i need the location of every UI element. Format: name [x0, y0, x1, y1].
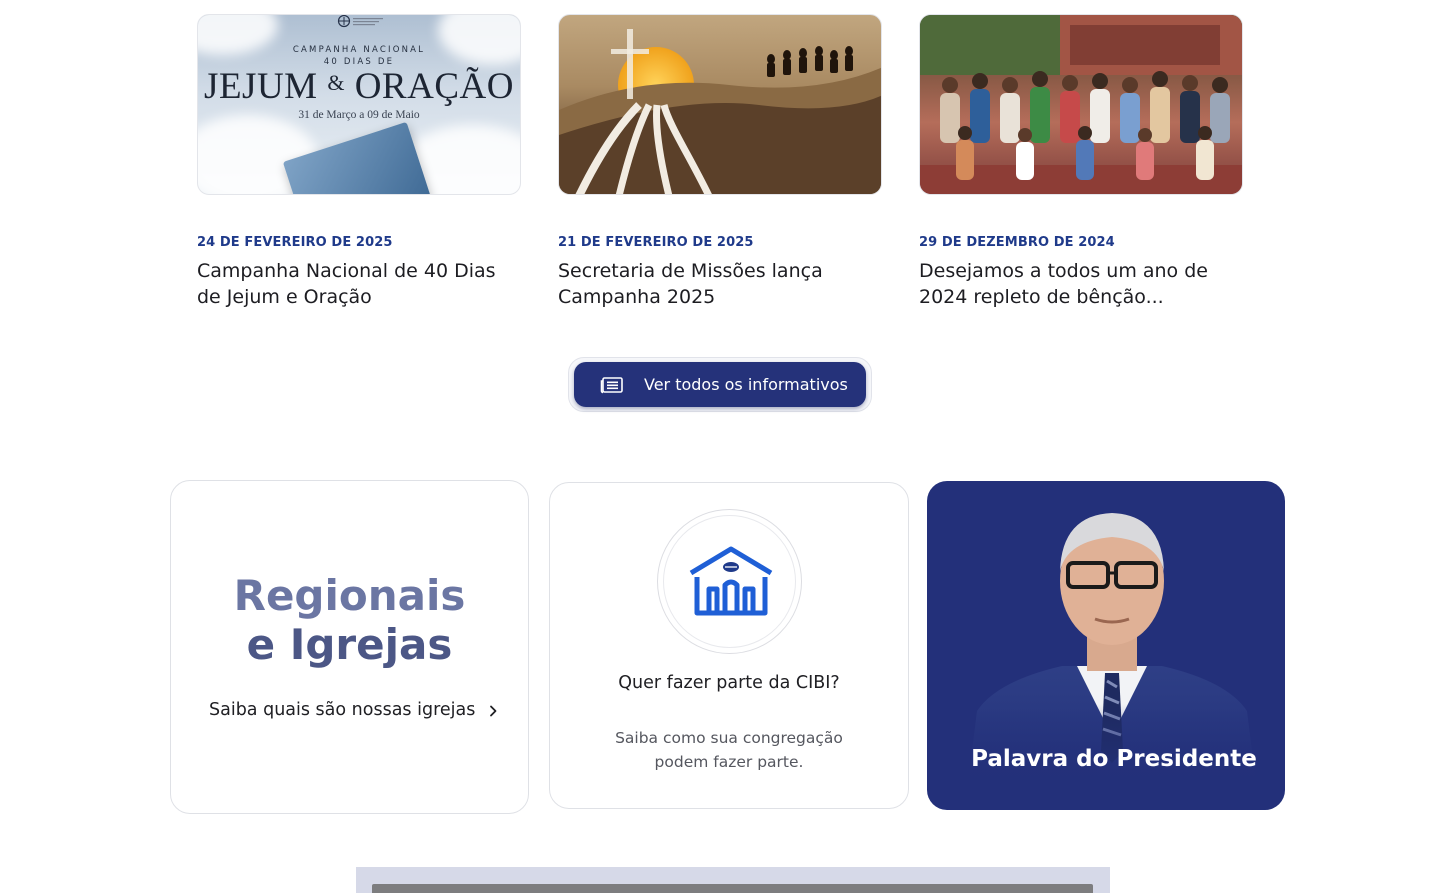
news-date: 24 DE FEVEREIRO DE 2025: [197, 235, 393, 250]
news-card[interactable]: 21 DE FEVEREIRO DE 2025 Secretaria de Mi…: [558, 14, 882, 310]
thumbnail-text: CAMPANHA NACIONAL: [292, 45, 426, 55]
group-photo-image: [920, 15, 1242, 194]
news-date: 29 DE DEZEMBRO DE 2024: [919, 235, 1115, 250]
newspaper-icon: [600, 376, 623, 393]
news-section: CAMPANHA NACIONAL 40 DIAS DE JEJUM & ORA…: [0, 0, 1440, 330]
news-thumbnail[interactable]: CAMPANHA NACIONAL 40 DIAS DE JEJUM & ORA…: [197, 14, 521, 195]
join-cibi-title: Quer fazer parte da CIBI?: [618, 673, 840, 693]
news-card[interactable]: 29 DE DEZEMBRO DE 2024 Desejamos a todos…: [919, 14, 1243, 310]
our-churches-link-text: Saiba quais são nossas igrejas: [209, 700, 476, 720]
chevron-right-icon: [490, 705, 497, 717]
news-card[interactable]: CAMPANHA NACIONAL 40 DIAS DE JEJUM & ORA…: [197, 14, 521, 310]
news-title[interactable]: Desejamos a todos um ano de 2024 repleto…: [919, 258, 1243, 310]
join-cibi-description: Saiba como sua congregação podem fazer p…: [615, 729, 843, 771]
thumbnail-headline: JEJUM & ORAÇÃO: [204, 66, 514, 107]
news-title[interactable]: Secretaria de Missões lança Campanha 202…: [558, 258, 882, 310]
regionais-card[interactable]: Regionais e Igrejas Saiba quais são noss…: [170, 480, 529, 814]
thumbnail-dates: 31 de Março a 09 de Maio: [298, 109, 420, 121]
see-all-news-button[interactable]: Ver todos os informativos: [574, 362, 866, 407]
book-image: [282, 121, 432, 194]
news-thumbnail[interactable]: [558, 14, 882, 195]
news-title[interactable]: Campanha Nacional de 40 Dias de Jejum e …: [197, 258, 521, 310]
join-cibi-card[interactable]: Quer fazer parte da CIBI? Saiba como sua…: [549, 482, 909, 809]
see-all-news-label: Ver todos os informativos: [644, 375, 848, 394]
video-section-preview: [356, 867, 1110, 893]
news-date: 21 DE FEVEREIRO DE 2025: [558, 235, 754, 250]
regionais-heading: Regionais e Igrejas: [233, 571, 466, 669]
road-sunset-image: [559, 29, 881, 194]
organization-logo-icon: [337, 15, 383, 28]
church-icon: [689, 546, 773, 616]
news-thumbnail[interactable]: [919, 14, 1243, 195]
president-message-label: Palavra do Presidente: [971, 746, 1257, 772]
president-message-card[interactable]: Palavra do Presidente: [927, 481, 1285, 810]
our-churches-link[interactable]: Saiba quais são nossas igrejas: [209, 700, 499, 720]
see-all-news-button-frame: Ver todos os informativos: [568, 357, 872, 412]
video-preview-frame[interactable]: [372, 884, 1093, 893]
